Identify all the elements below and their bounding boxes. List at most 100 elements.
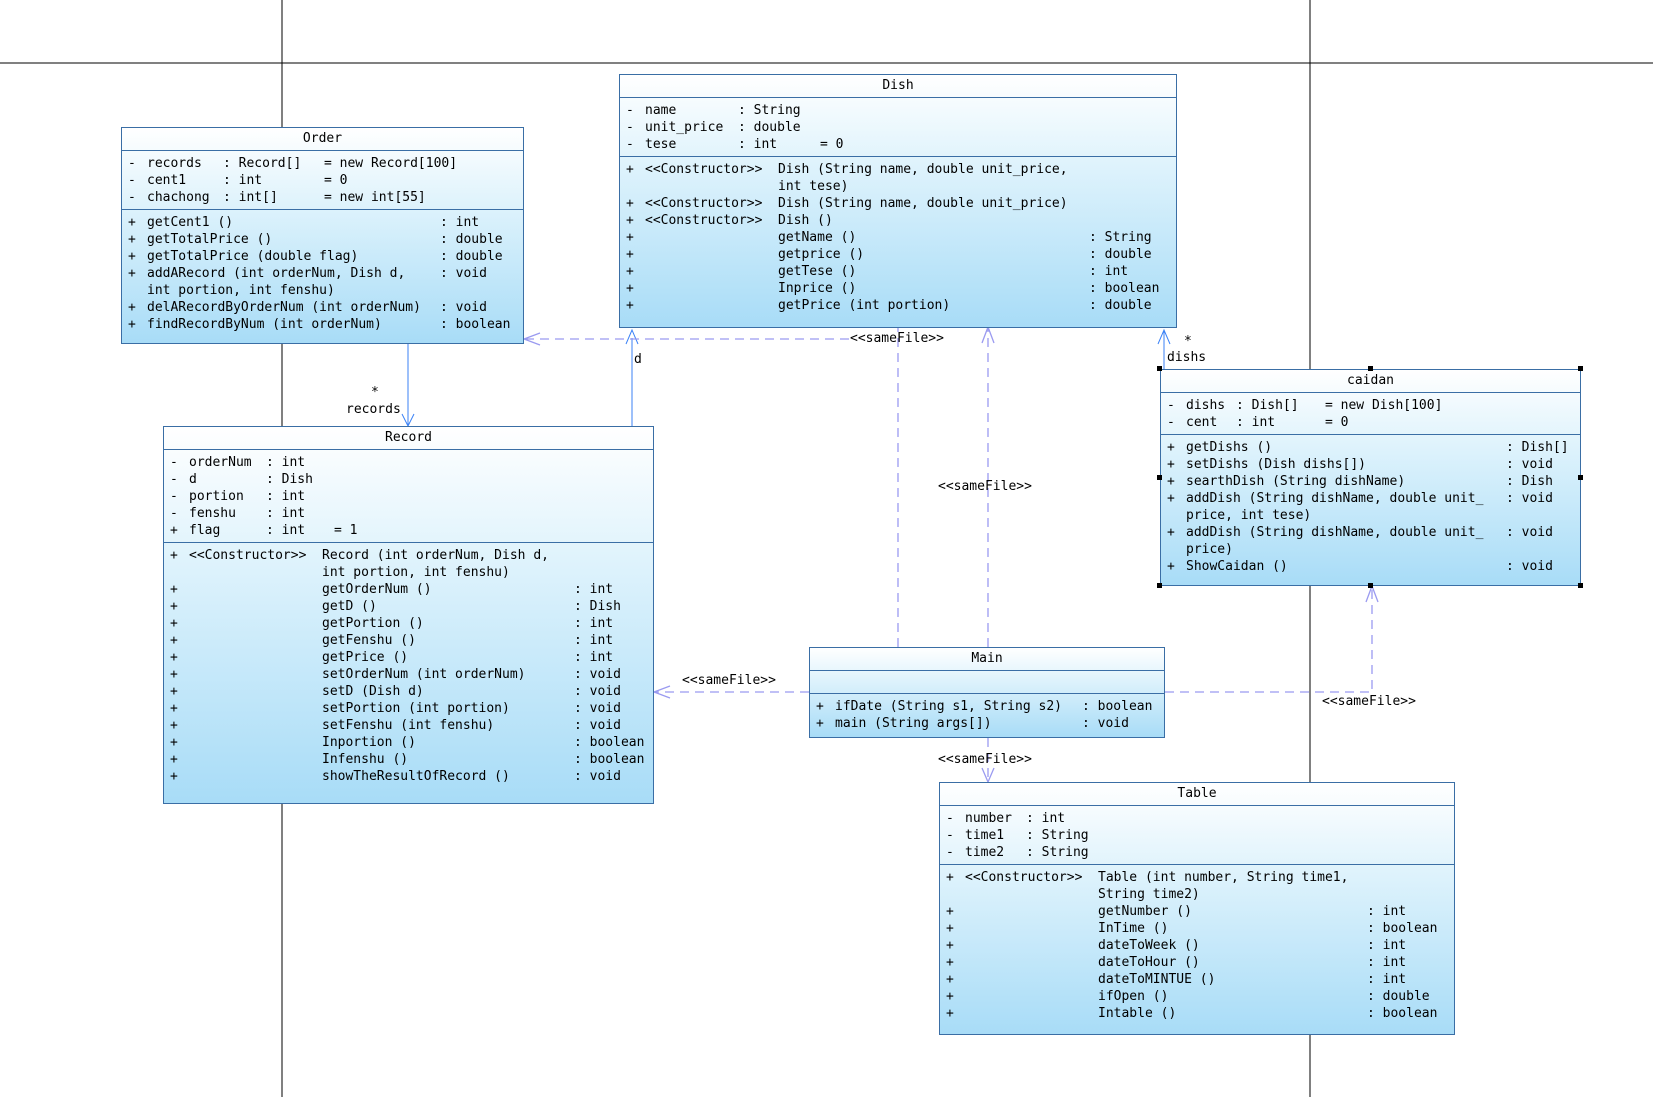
- selection-handle[interactable]: [1578, 583, 1583, 588]
- association-order-records[interactable]: [401, 344, 415, 428]
- method-row: + dateToMINTUE (): int: [946, 972, 1407, 987]
- class-record[interactable]: Record - orderNum: int -d: Dish - portion:…: [163, 426, 654, 804]
- class-caidan[interactable]: caidan - dishs: Dish[] = new Dish[100] - ce…: [1160, 369, 1581, 586]
- method-row: + dateToWeek (): int: [946, 938, 1407, 953]
- method-row: + getPortion (): int: [170, 616, 614, 631]
- method-row: + <<Constructor>> Dish (String name, doubl…: [626, 162, 1068, 194]
- method-row: + InTime (): boolean: [946, 921, 1438, 936]
- class-table[interactable]: Table - number: int - time1: String - time2…: [939, 782, 1455, 1035]
- attribute-row: - time1: String: [946, 828, 1089, 843]
- attribute-row: - orderNum: int: [170, 455, 306, 470]
- selection-handle[interactable]: [1368, 366, 1373, 371]
- method-row: + showTheResultOfRecord (): void: [170, 769, 621, 784]
- method-row: + getPrice (): int: [170, 650, 614, 665]
- attribute-row: -d: Dish: [170, 472, 313, 487]
- class-order[interactable]: Order - records: Record[] = new Record[100…: [121, 127, 524, 344]
- attribute-row: - dishs: Dish[] = new Dish[100]: [1167, 398, 1443, 413]
- dishs-role-label: dishs: [1167, 350, 1207, 365]
- method-row: + getD (): Dish: [170, 599, 621, 614]
- samefile-main-record-label: <<sameFile>>: [682, 673, 776, 688]
- method-row: + <<Constructor>> Dish (String name, doubl…: [626, 196, 1068, 211]
- class-record-attributes: - orderNum: int -d: Dish - portion: int -f…: [164, 450, 653, 543]
- samefile-dish-order-label: <<sameFile>>: [850, 331, 944, 346]
- method-row: + getName (): String: [626, 230, 1152, 245]
- method-row: + dateToHour (): int: [946, 955, 1407, 970]
- method-row: + getTese (): int: [626, 264, 1129, 279]
- records-role-label: records: [346, 402, 401, 417]
- attribute-row: - cent1: int = 0: [128, 173, 348, 188]
- method-row: + setOrderNum (int orderNum): void: [170, 667, 621, 682]
- method-row: + addDish (String dishName, double unit_ …: [1167, 525, 1553, 557]
- method-row: + ifOpen (): double: [946, 989, 1430, 1004]
- attribute-row: - number: int: [946, 811, 1066, 826]
- selection-handle[interactable]: [1157, 366, 1162, 371]
- attribute-row: - records: Record[] = new Record[100]: [128, 156, 458, 171]
- class-record-name: Record: [164, 427, 653, 450]
- method-row: + Inprice (): boolean: [626, 281, 1160, 296]
- attribute-row: - time2: String: [946, 845, 1089, 860]
- method-row: + main (String args[]): void: [816, 716, 1129, 731]
- selection-handle[interactable]: [1578, 366, 1583, 371]
- method-row: + setPortion (int portion): void: [170, 701, 621, 716]
- class-caidan-name: caidan: [1161, 370, 1580, 393]
- method-row: + getPrice (int portion): double: [626, 298, 1152, 313]
- class-caidan-attributes: - dishs: Dish[] = new Dish[100] - cent: int…: [1161, 393, 1580, 435]
- class-dish-name: Dish: [620, 75, 1176, 98]
- method-row: + <<Constructor>> Record (int orderNum, Di…: [170, 548, 549, 580]
- method-row: + <<Constructor>> Dish (): [626, 213, 833, 228]
- class-table-attributes: - number: int - time1: String - time2: Stri…: [940, 806, 1454, 865]
- method-row: + <<Constructor>> Table (int number, Strin…: [946, 870, 1349, 902]
- method-row: + setD (Dish d): void: [170, 684, 621, 699]
- method-row: + findRecordByNum (int orderNum): boolean: [128, 317, 511, 332]
- method-row: + getDishs (): Dish[]: [1167, 440, 1569, 455]
- method-row: + getNumber (): int: [946, 904, 1407, 919]
- attribute-row: - name: String: [626, 103, 801, 118]
- d-role-label: d: [634, 352, 642, 367]
- method-row: + getTotalPrice (double flag): double: [128, 249, 503, 264]
- selection-handle[interactable]: [1157, 583, 1162, 588]
- records-multiplicity: *: [371, 385, 379, 400]
- method-row: + getTotalPrice (): double: [128, 232, 503, 247]
- association-record-dish[interactable]: [625, 328, 639, 426]
- samefile-main-table-label: <<sameFile>>: [938, 752, 1032, 767]
- method-row: + delARecordByOrderNum (int orderNum): vo…: [128, 300, 487, 315]
- class-dish-attributes: - name: String - unit_price: double - tese:…: [620, 98, 1176, 157]
- method-row: + setDishs (Dish dishs[]): void: [1167, 457, 1553, 472]
- samefile-main-dish-label: <<sameFile>>: [938, 479, 1032, 494]
- class-order-attributes: - records: Record[] = new Record[100] - cen…: [122, 151, 523, 210]
- selection-handle[interactable]: [1578, 475, 1583, 480]
- method-row: + addDish (String dishName, double unit_ …: [1167, 491, 1553, 523]
- class-dish-methods: + <<Constructor>> Dish (String name, doubl…: [620, 157, 1176, 317]
- class-table-methods: + <<Constructor>> Table (int number, Strin…: [940, 865, 1454, 1025]
- method-row: + setFenshu (int fenshu): void: [170, 718, 621, 733]
- method-row: + ShowCaidan (): void: [1167, 559, 1553, 574]
- method-row: + Intable (): boolean: [946, 1006, 1438, 1021]
- class-main-attributes: [810, 671, 1164, 694]
- dishs-multiplicity: *: [1184, 334, 1192, 349]
- dependency-dish-order[interactable]: [522, 332, 849, 346]
- class-caidan-methods: + getDishs (): Dish[] + setDishs (Dish dis…: [1161, 435, 1580, 578]
- class-main[interactable]: Main + ifDate (String s1, String s2): boo…: [809, 647, 1165, 738]
- selection-handle[interactable]: [1157, 475, 1162, 480]
- method-row: + Inportion (): boolean: [170, 735, 645, 750]
- class-order-name: Order: [122, 128, 523, 151]
- class-main-methods: + ifDate (String s1, String s2): boolean …: [810, 694, 1164, 735]
- class-dish[interactable]: Dish - name: String - unit_price: double -…: [619, 74, 1177, 328]
- method-row: + addARecord (int orderNum, Dish d, int p…: [128, 266, 487, 298]
- dependency-main-caidan[interactable]: [1165, 584, 1379, 693]
- selection-handle[interactable]: [1368, 583, 1373, 588]
- method-row: + Infenshu (): boolean: [170, 752, 645, 767]
- method-row: + getCent1 (): int: [128, 215, 480, 230]
- class-record-methods: + <<Constructor>> Record (int orderNum, Di…: [164, 543, 653, 788]
- method-row: + ifDate (String s1, String s2): boolean: [816, 699, 1153, 714]
- method-row: + getprice (): double: [626, 247, 1152, 262]
- class-table-name: Table: [940, 783, 1454, 806]
- attribute-row: - fenshu: int: [170, 506, 306, 521]
- class-main-name: Main: [810, 648, 1164, 671]
- attribute-row: - chachong: int[] = new int[55]: [128, 190, 426, 205]
- attribute-row: - cent: int = 0: [1167, 415, 1349, 430]
- attribute-row: - unit_price: double: [626, 120, 801, 135]
- attribute-row: - tese: int = 0: [626, 137, 844, 152]
- method-row: + getOrderNum (): int: [170, 582, 614, 597]
- method-row: + searthDish (String dishName): Dish: [1167, 474, 1553, 489]
